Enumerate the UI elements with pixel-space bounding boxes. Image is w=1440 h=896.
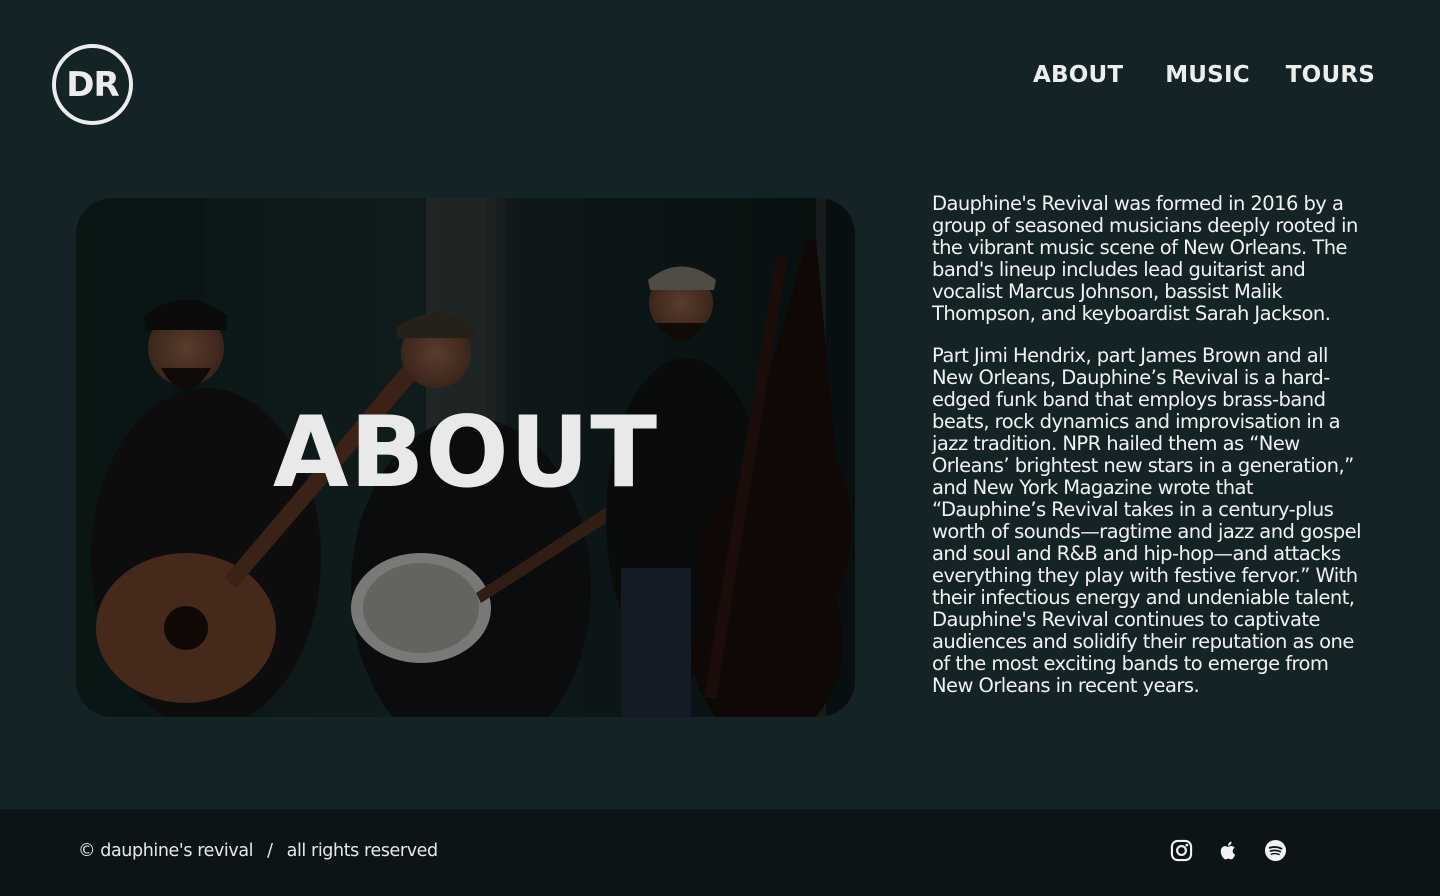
social-links <box>1170 839 1287 862</box>
apple-icon[interactable] <box>1217 839 1240 862</box>
hero-title: ABOUT <box>272 395 659 510</box>
copyright-text: © dauphine's revival <box>78 841 254 861</box>
logo[interactable]: DR <box>52 44 133 125</box>
spotify-icon[interactable] <box>1264 839 1287 862</box>
nav-about[interactable]: ABOUT <box>1033 62 1123 88</box>
footer: © dauphine's revival / all rights reserved <box>0 809 1440 896</box>
about-paragraph-2: Part Jimi Hendrix, part James Brown and … <box>932 344 1362 697</box>
about-paragraph-1: Dauphine's Revival was formed in 2016 by… <box>932 192 1358 325</box>
copyright: © dauphine's revival / all rights reserved <box>78 841 438 861</box>
rights-text: all rights reserved <box>286 841 439 861</box>
about-text: Dauphine's Revival was formed in 2016 by… <box>932 193 1372 697</box>
nav-music[interactable]: MUSIC <box>1165 62 1250 88</box>
instagram-icon[interactable] <box>1170 839 1193 862</box>
nav-tours[interactable]: TOURS <box>1286 62 1375 88</box>
main-nav: ABOUT MUSIC TOURS <box>1033 62 1375 88</box>
footer-separator: / <box>267 841 273 861</box>
